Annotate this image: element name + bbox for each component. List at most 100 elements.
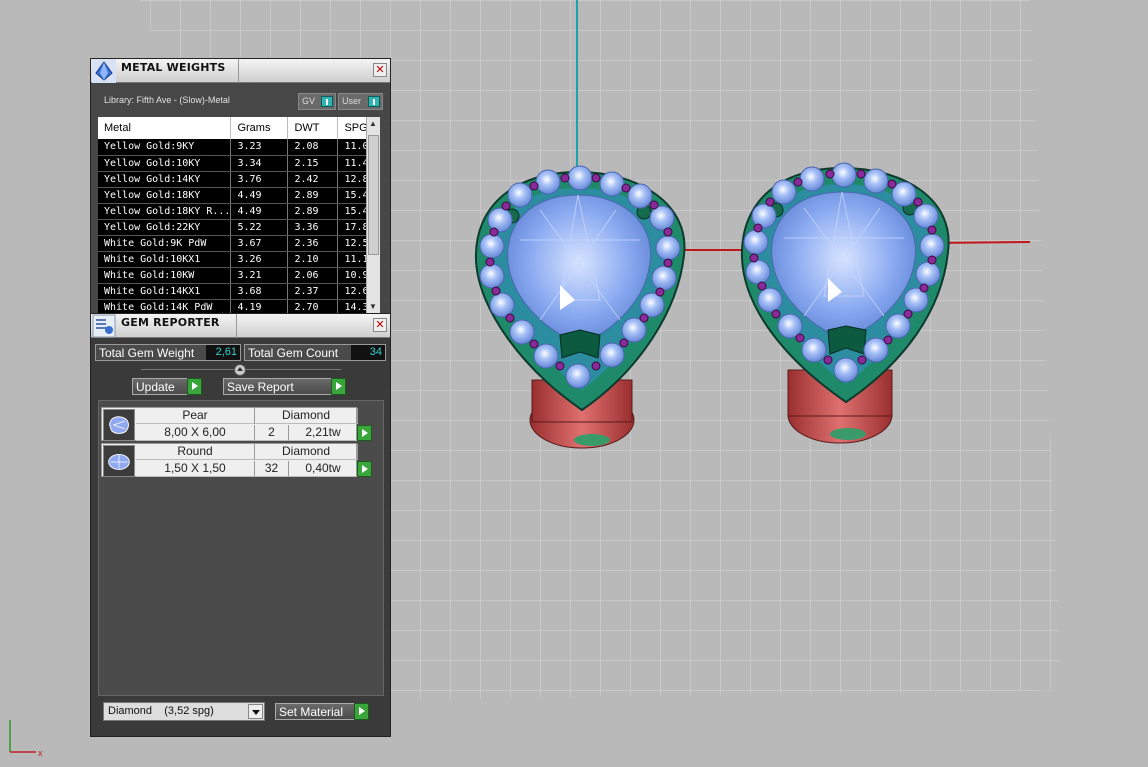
grams-cell: 4.49 [230, 203, 289, 220]
table-row[interactable]: Yellow Gold:9KY 3.23 2.08 11.08 [98, 139, 379, 156]
metal-weights-titlebar[interactable]: METAL WEIGHTS ✕ [91, 59, 390, 83]
table-row[interactable]: Yellow Gold:14KY 3.76 2.42 12.88 [98, 171, 379, 188]
column-header-dwt[interactable]: DWT [287, 117, 339, 139]
gem-go-button[interactable] [357, 425, 372, 441]
total-gem-weight-value: 2,61 [206, 345, 240, 360]
gem-size: 1,50 X 1,50 [136, 461, 255, 477]
scroll-up-icon[interactable]: ▲ [369, 119, 377, 128]
table-row[interactable]: White Gold:10KX1 3.26 2.10 11.18 [98, 251, 379, 268]
close-icon[interactable]: ✕ [373, 318, 387, 332]
set-material-button[interactable]: Set Material [275, 703, 369, 720]
gem-weight: 2,21tw [289, 425, 358, 441]
close-icon[interactable]: ✕ [373, 63, 387, 77]
material-select[interactable]: Diamond (3,52 spg) [103, 702, 265, 721]
scroll-down-icon[interactable]: ▼ [369, 302, 377, 311]
metal-cell: Yellow Gold:22KY [98, 219, 232, 236]
metal-cell: Yellow Gold:10KY [98, 155, 232, 172]
pear-gem-icon [103, 409, 135, 441]
table-row[interactable]: Yellow Gold:18KY 4.49 2.89 15.41 [98, 187, 379, 204]
grams-cell: 3.21 [230, 267, 289, 284]
gem-shape: Pear [136, 408, 255, 424]
axis-gizmo-icon: x [9, 720, 43, 758]
gv-toggle[interactable]: GV [298, 93, 336, 110]
dwt-cell: 2.10 [287, 251, 339, 268]
table-row[interactable]: Yellow Gold:22KY 5.22 3.36 17.89 [98, 219, 379, 236]
dwt-cell: 2.15 [287, 155, 339, 172]
metal-table-scrollbar[interactable]: ▲ ▼ [366, 117, 380, 313]
column-header-metal[interactable]: Metal [98, 117, 232, 139]
set-material-button-label: Set Material [279, 705, 344, 719]
rhino-gem-icon [92, 59, 116, 83]
scroll-thumb[interactable] [368, 135, 379, 255]
svg-text:x: x [38, 748, 43, 758]
grams-cell: 3.68 [230, 283, 289, 300]
grams-cell: 3.34 [230, 155, 289, 172]
gem-reporter-panel: GEM REPORTER ✕ Total Gem Weight 2,61 Tot… [90, 313, 391, 737]
table-row[interactable]: White Gold:14K PdW 4.19 2.70 14.37 [98, 299, 379, 313]
titlebar-separator [236, 314, 237, 338]
play-arrow-icon [187, 378, 202, 395]
save-report-button[interactable]: Save Report [223, 378, 346, 395]
metal-cell: Yellow Gold:18KY R... [98, 203, 232, 220]
dwt-cell: 2.89 [287, 187, 339, 204]
grams-cell: 4.19 [230, 299, 289, 313]
gem-size: 8,00 X 6,00 [136, 425, 255, 441]
gem-count: 32 [255, 461, 289, 477]
metal-cell: Yellow Gold:14KY [98, 171, 232, 188]
gem-row-pear[interactable]: Pear Diamond 8,00 X 6,00 2 2,21tw [101, 407, 372, 441]
material-select-value: Diamond (3,52 spg) [108, 705, 214, 717]
grams-cell: 3.26 [230, 251, 289, 268]
gem-row-round[interactable]: Round Diamond 1,50 X 1,50 32 0,40tw [101, 443, 372, 477]
table-row[interactable]: Yellow Gold:10KY 3.34 2.15 11.45 [98, 155, 379, 172]
dwt-cell: 2.36 [287, 235, 339, 252]
user-toggle[interactable]: User [338, 93, 383, 110]
gem-material: Diamond [255, 444, 358, 460]
dwt-cell: 2.37 [287, 283, 339, 300]
update-button[interactable]: Update [132, 378, 202, 395]
update-button-label: Update [136, 380, 175, 394]
metal-weights-panel: METAL WEIGHTS ✕ Library: Fifth Ave - (Sl… [90, 58, 391, 314]
dwt-cell: 2.70 [287, 299, 339, 313]
metal-weights-title: METAL WEIGHTS [121, 61, 226, 74]
user-toggle-label: User [342, 96, 362, 106]
metal-cell: Yellow Gold:9KY [98, 139, 232, 156]
gem-report-icon [92, 314, 116, 338]
splitter-handle-icon[interactable] [234, 364, 246, 376]
grams-cell: 3.23 [230, 139, 289, 156]
table-row[interactable]: White Gold:9K PdW 3.67 2.36 12.59 [98, 235, 379, 252]
metal-cell: White Gold:9K PdW [98, 235, 232, 252]
metal-cell: Yellow Gold:18KY [98, 187, 232, 204]
metal-weights-table[interactable]: Metal Grams DWT SPG Yellow Gold:9KY 3.23 2… [98, 117, 380, 313]
play-arrow-icon [354, 703, 369, 720]
gem-weight: 0,40tw [289, 461, 358, 477]
gem-reporter-title: GEM REPORTER [121, 316, 220, 329]
play-arrow-icon [331, 378, 346, 395]
dwt-cell: 2.42 [287, 171, 339, 188]
grams-cell: 3.76 [230, 171, 289, 188]
total-gem-count-value: 34 [351, 345, 385, 360]
dwt-cell: 3.36 [287, 219, 339, 236]
gem-material: Diamond [255, 408, 358, 424]
grams-cell: 4.49 [230, 187, 289, 204]
round-gem-icon [103, 445, 135, 477]
gem-shape: Round [136, 444, 255, 460]
table-row[interactable]: Yellow Gold:18KY R... 4.49 2.89 15.41 [98, 203, 379, 220]
gem-count: 2 [255, 425, 289, 441]
gem-go-button[interactable] [357, 461, 372, 477]
metal-cell: White Gold:10KX1 [98, 251, 232, 268]
grams-cell: 5.22 [230, 219, 289, 236]
chevron-down-icon[interactable] [248, 704, 263, 719]
save-report-button-label: Save Report [227, 380, 294, 394]
gem-reporter-titlebar[interactable]: GEM REPORTER ✕ [91, 314, 390, 338]
metal-cell: White Gold:14K PdW [98, 299, 232, 313]
dwt-cell: 2.08 [287, 139, 339, 156]
metal-cell: White Gold:14KX1 [98, 283, 232, 300]
toggle-knob-icon [368, 96, 380, 107]
titlebar-separator [238, 59, 239, 83]
grams-cell: 3.67 [230, 235, 289, 252]
gem-list[interactable]: Pear Diamond 8,00 X 6,00 2 2,21tw Round … [98, 400, 384, 696]
table-row[interactable]: White Gold:10KW 3.21 2.06 10.99 [98, 267, 379, 284]
dwt-cell: 2.06 [287, 267, 339, 284]
table-row[interactable]: White Gold:14KX1 3.68 2.37 12.61 [98, 283, 379, 300]
column-header-grams[interactable]: Grams [230, 117, 289, 139]
